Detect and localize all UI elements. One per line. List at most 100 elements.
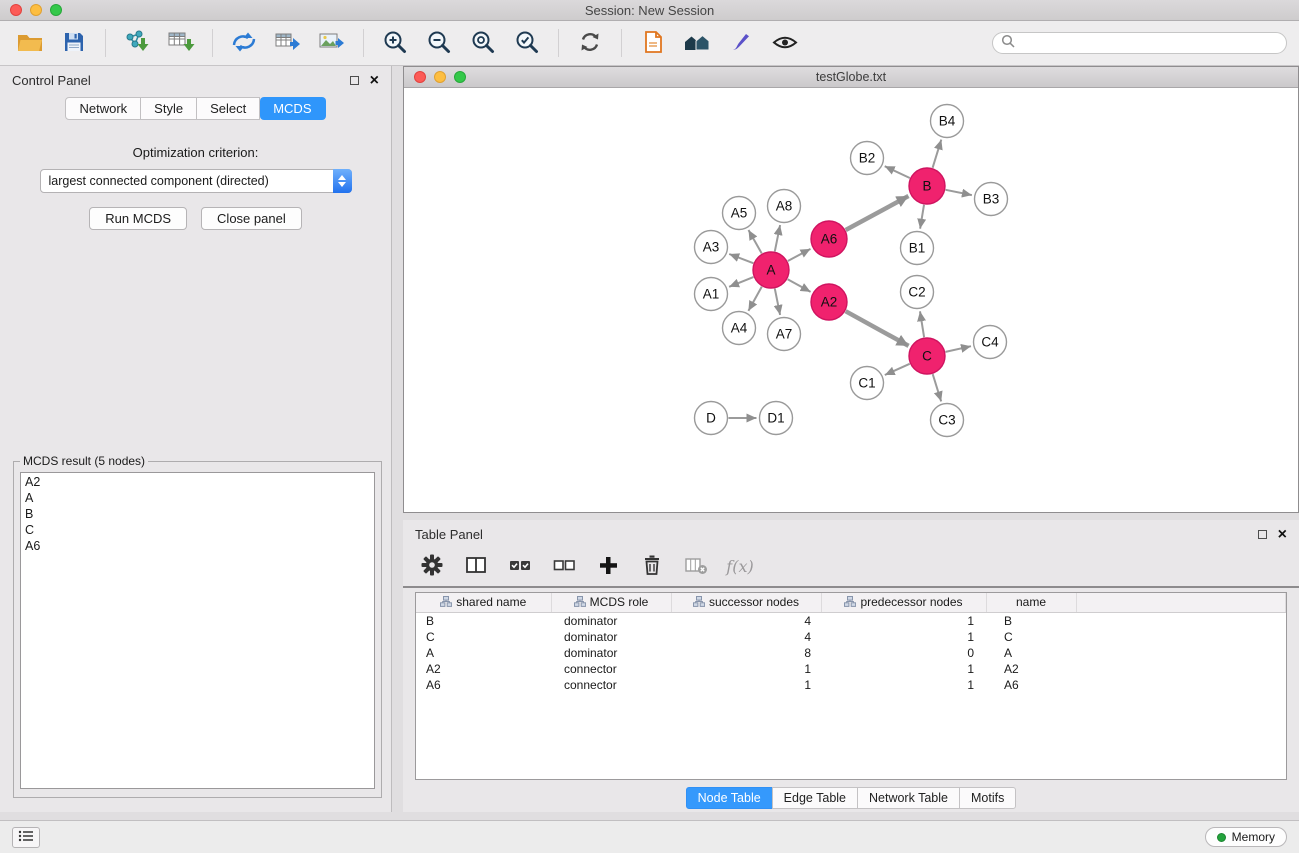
zoom-fit-icon [470,29,496,58]
svg-text:A8: A8 [776,199,793,214]
result-list-item[interactable]: A2 [25,474,370,490]
graph-node-A6[interactable]: A6 [811,221,847,257]
graph-node-B[interactable]: B [909,168,945,204]
graph-node-D1[interactable]: D1 [760,402,793,435]
graph-node-B3[interactable]: B3 [975,183,1008,216]
open-session-button[interactable] [12,26,48,60]
table-row[interactable]: Cdominator41C [416,629,1286,645]
deselect-all-button[interactable] [549,551,579,581]
tab-select[interactable]: Select [197,97,260,120]
memory-button[interactable]: Memory [1205,827,1287,847]
graph-node-A1[interactable]: A1 [695,278,728,311]
traffic-lights [10,4,62,16]
tab-edge-table[interactable]: Edge Table [772,787,858,809]
minimize-window-button[interactable] [30,4,42,16]
close-panel-x-icon[interactable]: × [370,76,379,86]
zoom-out-button[interactable] [421,26,457,60]
graph-node-A4[interactable]: A4 [723,312,756,345]
float-panel-icon[interactable] [350,76,359,85]
graph-node-C2[interactable]: C2 [901,276,934,309]
tab-style[interactable]: Style [141,97,197,120]
graph-node-A3[interactable]: A3 [695,231,728,264]
search-field[interactable] [992,32,1287,54]
fullscreen-window-button[interactable] [50,4,62,16]
add-column-button[interactable] [593,551,623,581]
app-title: Session: New Session [0,3,1299,18]
toolbar-separator [212,29,213,57]
table-row[interactable]: Adominator80A [416,645,1286,661]
graph-node-B2[interactable]: B2 [851,142,884,175]
export-network-button[interactable] [226,26,262,60]
result-list-item[interactable]: A [25,490,370,506]
export-table-button[interactable] [270,26,306,60]
network-close-button[interactable] [414,71,426,83]
unchecked-boxes-icon [552,553,576,580]
refresh-layout-button[interactable] [572,26,608,60]
tab-node-table[interactable]: Node Table [686,787,773,809]
table-row[interactable]: Bdominator41B [416,612,1286,629]
network-window-titlebar[interactable]: testGlobe.txt [404,67,1298,88]
graph-node-D[interactable]: D [695,402,728,435]
function-builder-button[interactable]: f(x) [725,551,755,581]
column-header-predecessor-nodes[interactable]: predecessor nodes [821,593,986,612]
graph-node-A8[interactable]: A8 [768,190,801,223]
graph-node-C[interactable]: C [909,338,945,374]
dropdown-stepper-icon [333,169,352,193]
tab-mcds[interactable]: MCDS [260,97,325,120]
style-brush-button[interactable] [723,26,759,60]
column-header-mcds-role[interactable]: MCDS role [551,593,671,612]
graph-node-C4[interactable]: C4 [974,326,1007,359]
tab-motifs[interactable]: Motifs [959,787,1016,809]
zoom-selected-button[interactable] [509,26,545,60]
zoom-fit-button[interactable] [465,26,501,60]
select-all-button[interactable] [505,551,535,581]
delete-column-icon [684,553,708,580]
import-network-button[interactable] [119,26,155,60]
network-zoom-button[interactable] [454,71,466,83]
graph-node-A7[interactable]: A7 [768,318,801,351]
tab-network-table[interactable]: Network Table [857,787,960,809]
table-settings-button[interactable] [417,551,447,581]
graph-node-A5[interactable]: A5 [723,197,756,230]
zoom-in-button[interactable] [377,26,413,60]
delete-column-button[interactable] [681,551,711,581]
mcds-result-list[interactable]: A2ABCA6 [20,472,375,789]
network-canvas[interactable]: B4 B2 B B3 A5 A8 A6 B1 A3 A C2 A1 A2 A4 A7 C4 C C1 C3 D D1 [404,88,1298,512]
column-header-name[interactable]: name [986,593,1076,612]
home-button[interactable] [679,26,715,60]
result-list-item[interactable]: B [25,506,370,522]
show-hide-button[interactable] [767,26,803,60]
result-list-item[interactable]: C [25,522,370,538]
graph-node-C1[interactable]: C1 [851,367,884,400]
panel-toggle-button[interactable] [12,827,40,848]
export-image-button[interactable] [314,26,350,60]
delete-button[interactable] [637,551,667,581]
optimization-dropdown[interactable]: largest connected component (directed) [40,169,352,193]
run-mcds-button[interactable]: Run MCDS [89,207,187,230]
open-document-button[interactable] [635,26,671,60]
import-table-button[interactable] [163,26,199,60]
graph-node-B4[interactable]: B4 [931,105,964,138]
close-window-button[interactable] [10,4,22,16]
result-list-item[interactable]: A6 [25,538,370,554]
graph-node-B1[interactable]: B1 [901,232,934,265]
table-row[interactable]: A2connector11A2 [416,661,1286,677]
svg-text:B1: B1 [909,241,926,256]
close-table-panel-x-icon[interactable]: × [1278,530,1287,540]
column-header-successor-nodes[interactable]: successor nodes [671,593,821,612]
column-header-shared-name[interactable]: shared name [416,593,551,612]
svg-text:C3: C3 [938,413,955,428]
close-panel-button[interactable]: Close panel [201,207,302,230]
float-table-panel-icon[interactable] [1258,530,1267,539]
table-row[interactable]: A6connector11A6 [416,677,1286,693]
graph-node-A2[interactable]: A2 [811,284,847,320]
search-input[interactable] [1019,36,1278,50]
save-session-button[interactable] [56,26,92,60]
graph-node-A[interactable]: A [753,252,789,288]
svg-text:A4: A4 [731,321,748,336]
toggle-columns-button[interactable] [461,551,491,581]
export-table-icon [273,29,303,58]
network-minimize-button[interactable] [434,71,446,83]
graph-node-C3[interactable]: C3 [931,404,964,437]
tab-network[interactable]: Network [65,97,141,120]
